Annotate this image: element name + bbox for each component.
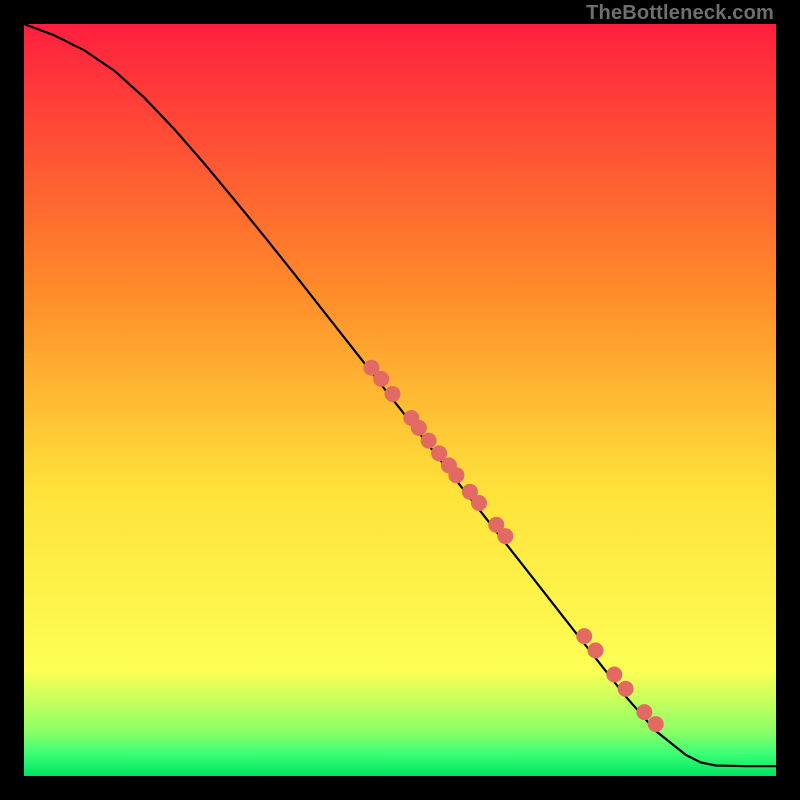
- chart-frame: [24, 24, 776, 776]
- data-point: [471, 495, 487, 511]
- data-point: [636, 704, 652, 720]
- data-point: [373, 371, 389, 387]
- chart-plot: [24, 24, 776, 776]
- data-point: [618, 681, 634, 697]
- data-point: [648, 716, 664, 732]
- watermark-text: TheBottleneck.com: [586, 2, 774, 25]
- data-point: [411, 420, 427, 436]
- data-point: [497, 528, 513, 544]
- data-point: [588, 642, 604, 658]
- data-point: [448, 467, 464, 483]
- data-point: [421, 433, 437, 449]
- data-point: [606, 667, 622, 683]
- gradient-bg: [24, 24, 776, 776]
- data-point: [576, 628, 592, 644]
- data-point: [385, 386, 401, 402]
